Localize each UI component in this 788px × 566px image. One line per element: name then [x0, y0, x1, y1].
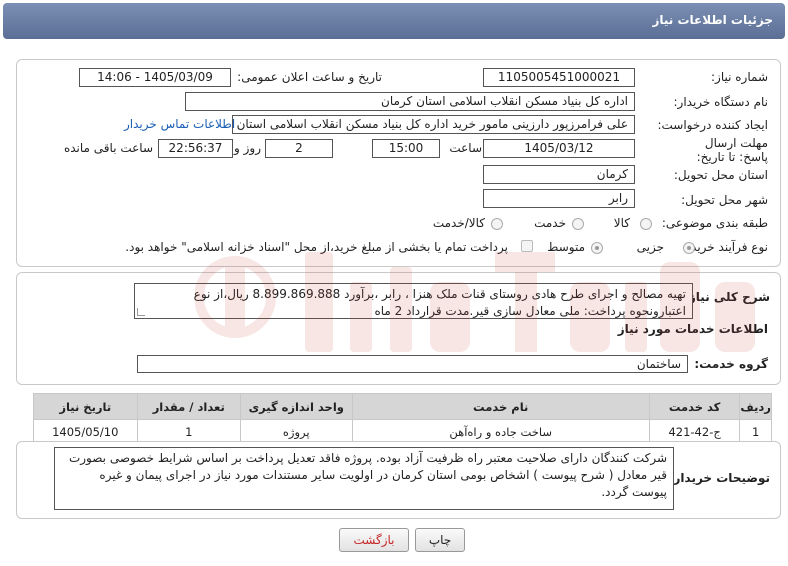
page-header: جزئیات اطلاعات نیاز: [3, 3, 785, 39]
process-medium-radio[interactable]: [591, 242, 603, 254]
deadline-time-field: 15:00: [372, 139, 440, 158]
resize-handle-icon[interactable]: [137, 308, 145, 316]
deadline-time-label: ساعت: [449, 141, 482, 155]
print-button[interactable]: چاپ: [415, 528, 465, 552]
page-title: جزئیات اطلاعات نیاز: [652, 13, 773, 27]
remaining-label: ساعت باقی مانده: [63, 141, 153, 155]
column-header: نام خدمت: [351, 393, 650, 420]
buyer-notes-text: شرکت کنندگان دارای صلاحیت معتبر راه ظرفی…: [68, 451, 667, 499]
creator-label: ایجاد کننده درخواست:: [657, 118, 768, 132]
category-service-radio[interactable]: [572, 218, 584, 230]
service-group-field: ساختمان: [137, 355, 688, 373]
category-service-label: خدمت: [534, 216, 566, 230]
description-text: تهیه مصالح و اجرای طرح هادی روستای قنات …: [193, 287, 686, 318]
treasury-payment-note: پرداخت تمام یا بخشی از مبلغ خرید،از محل …: [125, 240, 508, 254]
need-details-panel: [16, 59, 781, 267]
column-header: تعداد / مقدار: [136, 393, 241, 420]
buyer-label: نام دستگاه خریدار:: [673, 95, 769, 109]
service-code-cell: ج-42-421: [648, 419, 741, 444]
category-goods-radio[interactable]: [640, 218, 652, 230]
description-textarea[interactable]: تهیه مصالح و اجرای طرح هادی روستای قنات …: [134, 283, 693, 319]
province-label: استان محل تحویل:: [673, 168, 768, 182]
city-label: شهر محل تحویل:: [681, 193, 768, 207]
need-number-field: 1105005451000021: [483, 68, 635, 87]
need-number-label: شماره نیاز:: [711, 70, 768, 84]
deadline-date-field: 1405/03/12: [483, 139, 635, 158]
back-button[interactable]: بازگشت: [339, 528, 409, 552]
description-label: شرح کلی نیاز:: [684, 290, 770, 304]
services-section-title: اطلاعات خدمات مورد نیاز: [617, 322, 768, 336]
quantity-cell: 1: [136, 419, 241, 444]
column-header: کد خدمت: [648, 393, 741, 420]
deadline-label: مهلت ارسال پاسخ: تا تاریخ:: [696, 136, 768, 164]
city-field: رابر: [483, 189, 635, 208]
services-table: ردیف کد خدمت نام خدمت واحد اندازه گیری ت…: [33, 393, 772, 444]
process-minor-label: جزیی: [636, 240, 664, 254]
table-header-row: ردیف کد خدمت نام خدمت واحد اندازه گیری ت…: [33, 393, 772, 420]
table-row: 1 ج-42-421 ساخت جاده و راه‌آهن پروژه 1 1…: [33, 419, 772, 444]
category-label: طبقه بندی موضوعی:: [661, 216, 768, 230]
creator-field: علی فرامرزپور دارزینی مامور خرید اداره ک…: [232, 115, 635, 134]
column-header: ردیف: [739, 393, 772, 420]
days-field: 2: [265, 139, 333, 158]
announce-label: تاریخ و ساعت اعلان عمومی:: [237, 70, 382, 84]
contact-buyer-link[interactable]: اطلاعات تماس خریدار: [124, 117, 235, 131]
buyer-notes-textarea[interactable]: شرکت کنندگان دارای صلاحیت معتبر راه ظرفی…: [54, 447, 674, 510]
unit-cell: پروژه: [239, 419, 353, 444]
process-label: نوع فرآیند خرید :: [683, 240, 768, 254]
process-minor-radio[interactable]: [683, 242, 695, 254]
row-index-cell: 1: [739, 419, 772, 444]
category-goods-label: کالا: [613, 216, 630, 230]
buyer-notes-label: توضیحات خریدار:: [668, 471, 770, 485]
process-medium-label: متوسط: [547, 240, 585, 254]
treasury-payment-checkbox[interactable]: [521, 240, 533, 252]
buyer-field: اداره کل بنیاد مسکن انقلاب اسلامی استان …: [185, 92, 635, 111]
column-header: واحد اندازه گیری: [239, 393, 353, 420]
announce-field: 1405/03/09 - 14:06: [79, 68, 231, 87]
remaining-time-field: 22:56:37: [158, 139, 233, 158]
days-label: روز و: [234, 141, 261, 155]
province-field: کرمان: [483, 165, 635, 184]
category-both-label: کالا/خدمت: [432, 216, 485, 230]
service-group-label: گروه خدمت:: [694, 357, 768, 371]
need-date-cell: 1405/05/10: [33, 419, 138, 444]
column-header: تاریخ نیاز: [33, 393, 138, 420]
service-name-cell: ساخت جاده و راه‌آهن: [351, 419, 650, 444]
category-both-radio[interactable]: [491, 218, 503, 230]
